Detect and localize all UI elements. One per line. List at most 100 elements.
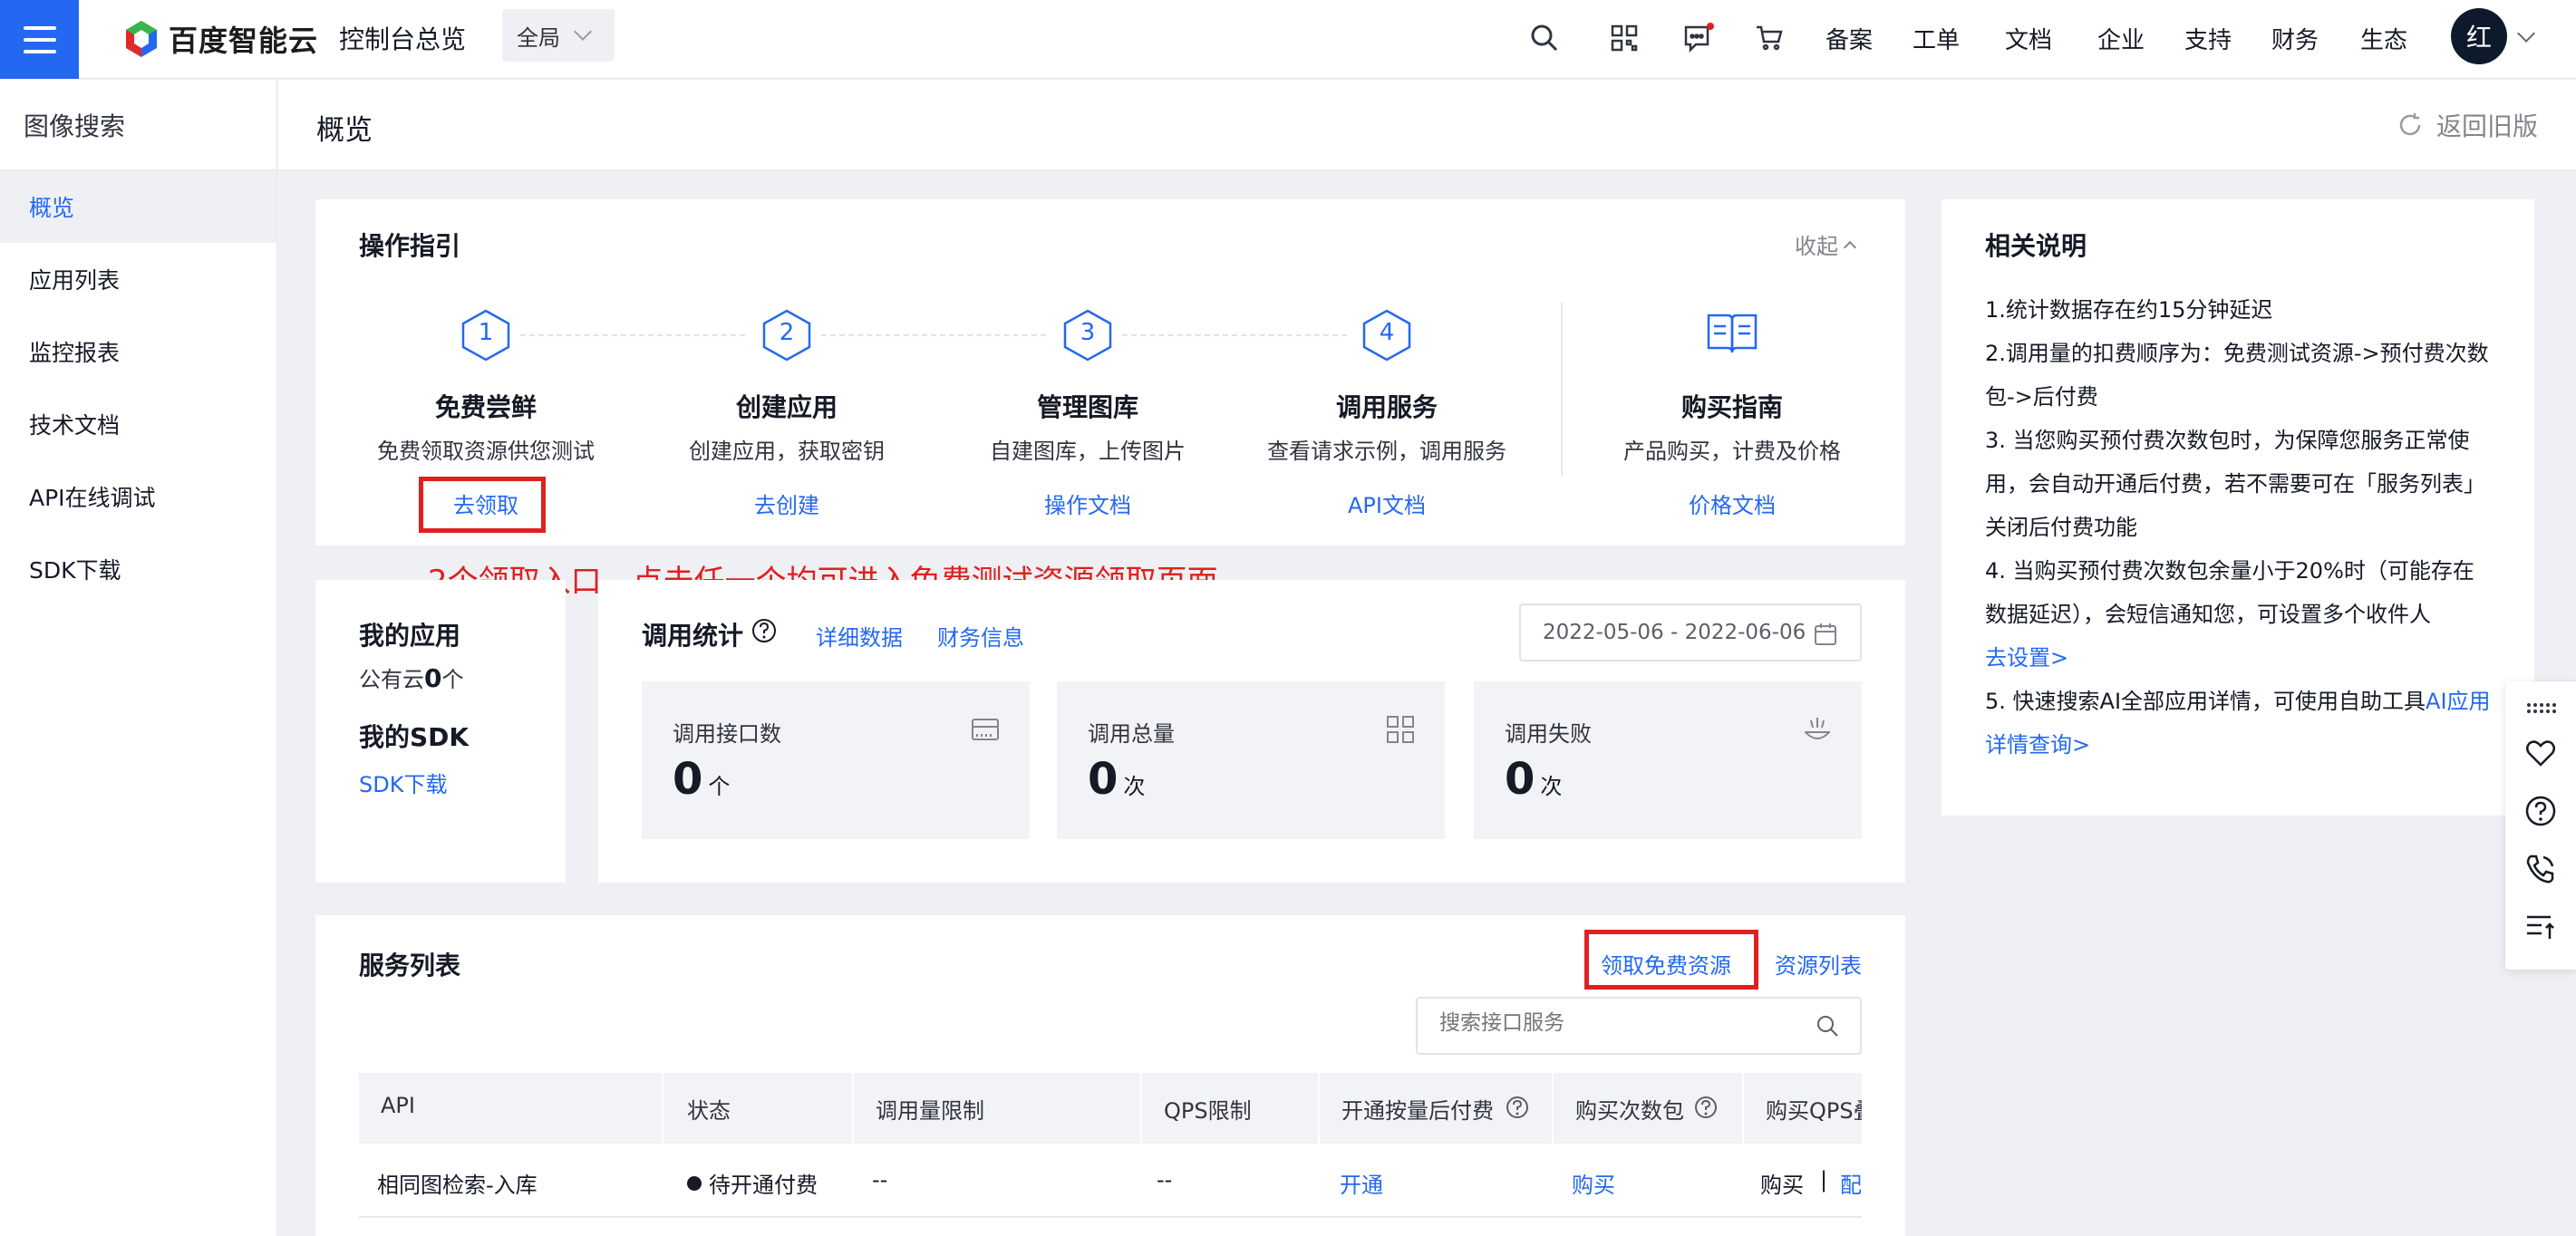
create-app-link[interactable]: 去创建 — [637, 488, 936, 519]
refresh-icon — [2399, 113, 2421, 136]
sidebar-item-sdk-download[interactable]: SDK下载 — [0, 533, 276, 605]
heart-icon[interactable] — [2523, 736, 2558, 770]
nav-ecosystem[interactable]: 生态 — [2360, 22, 2407, 55]
book-icon — [1707, 314, 1758, 353]
server-icon — [972, 719, 999, 740]
stat-unit: 个 — [708, 774, 731, 799]
step-number: 2 — [779, 319, 795, 346]
user-avatar[interactable]: 红 — [2451, 8, 2507, 64]
help-icon[interactable] — [751, 617, 778, 644]
sidebar-item-tech-docs[interactable]: 技术文档 — [0, 388, 276, 460]
go-settings-link[interactable]: 去设置> — [1985, 645, 2068, 671]
column-header: 购买次数包 — [1575, 1098, 1684, 1124]
note-line: 4. 当购买预付费次数包余量小于20%时（可能存在 — [1985, 558, 2474, 584]
column-divider — [662, 1073, 663, 1144]
help-icon[interactable] — [1693, 1095, 1719, 1120]
console-overview-link[interactable]: 控制台总览 — [339, 20, 466, 56]
buy-qps-link[interactable]: 购买 — [1760, 1167, 1804, 1199]
service-search-box[interactable] — [1416, 997, 1862, 1055]
row-status-text: 待开通付费 — [709, 1173, 818, 1198]
nav-ticket[interactable]: 工单 — [1913, 22, 1960, 55]
stat-number: 0 — [673, 754, 703, 805]
enable-postpaid-link[interactable]: 开通 — [1340, 1167, 1383, 1199]
note-line: 详情查询> — [1985, 723, 2511, 767]
chevron-down-icon — [574, 23, 592, 41]
operation-docs-link[interactable]: 操作文档 — [938, 488, 1237, 519]
message-icon[interactable] — [1680, 20, 1717, 56]
buy-guide-title: 购买指南 — [1680, 392, 1783, 422]
cart-icon[interactable] — [1751, 20, 1787, 56]
collapse-label: 收起 — [1795, 234, 1838, 259]
buy-pack-link[interactable]: 购买 — [1572, 1167, 1615, 1199]
note-line: 数据延迟），会短信通知您，可设置多个收件人 — [1985, 602, 2431, 627]
phone-icon[interactable] — [2523, 852, 2558, 886]
step-name: 管理图库 — [1036, 392, 1138, 422]
row-qps-limit: -- — [1157, 1167, 1173, 1193]
notes-list: 1.统计数据存在约15分钟延迟 2.调用量的扣费顺序为：免费测试资源->预付费次… — [1985, 288, 2511, 767]
help-icon[interactable] — [1505, 1095, 1530, 1120]
back-old-version-button[interactable]: 返回旧版 — [2397, 107, 2538, 143]
column-header: QPS限制 — [1164, 1098, 1252, 1124]
config-link[interactable]: 配 — [1840, 1167, 1862, 1199]
nav-support[interactable]: 支持 — [2184, 22, 2232, 55]
detail-data-link[interactable]: 详细数据 — [816, 620, 903, 652]
grid-icon — [1387, 716, 1414, 743]
stat-value: 0次 — [1088, 754, 1145, 805]
service-search-input[interactable] — [1439, 1011, 1802, 1035]
stat-box-total: 调用总量 0次 — [1057, 681, 1445, 839]
nav-beian[interactable]: 备案 — [1825, 22, 1873, 55]
price-docs-link[interactable]: 价格文档 — [1583, 488, 1882, 519]
note-line: 去设置> — [1985, 636, 2511, 680]
finance-info-link[interactable]: 财务信息 — [937, 620, 1024, 652]
search-icon[interactable] — [1526, 20, 1563, 56]
note-line: 2.调用量的扣费顺序为：免费测试资源->预付费次数 — [1985, 341, 2489, 366]
sidebar-item-monitor[interactable]: 监控报表 — [0, 315, 276, 388]
stat-label: 调用总量 — [1088, 721, 1175, 747]
brand-logo[interactable]: 百度智能云 — [123, 16, 318, 62]
nav-finance[interactable]: 财务 — [2271, 22, 2319, 55]
sidebar-item-api-debug[interactable]: API在线调试 — [0, 460, 276, 533]
list-top-icon[interactable] — [2523, 910, 2558, 944]
note-line: 包->后付费 — [1985, 384, 2098, 410]
date-range-value: 2022-05-06 - 2022-06-06 — [1543, 621, 1806, 644]
divider — [1561, 303, 1563, 477]
page-header: 概览 返回旧版 — [278, 80, 2576, 170]
guide-title: 操作指引 — [359, 231, 461, 261]
note-line: 3. 当您购买预付费次数包时，为保障您服务正常使 — [1985, 428, 2470, 453]
step-name: 创建应用 — [735, 392, 838, 422]
ai-app-query-link[interactable]: AI应用 — [2426, 689, 2491, 714]
notes-title: 相关说明 — [1985, 231, 2087, 261]
column-header: 开通按量后付费 — [1341, 1098, 1494, 1124]
nav-docs[interactable]: 文档 — [2005, 22, 2052, 55]
column-divider — [1140, 1073, 1142, 1144]
help-icon[interactable] — [2523, 794, 2558, 828]
drag-handle-icon[interactable] — [2523, 690, 2558, 725]
search-icon[interactable] — [1815, 1013, 1840, 1038]
public-cloud-count: 公有云0个 — [359, 661, 463, 693]
api-docs-link[interactable]: API文档 — [1237, 488, 1536, 519]
region-value: 全局 — [517, 24, 560, 51]
column-header: 调用量限制 — [876, 1098, 984, 1124]
resource-list-link[interactable]: 资源列表 — [1775, 948, 1862, 980]
step-desc: 查看请求示例，调用服务 — [1267, 439, 1506, 464]
service-table-header: API 状态 调用量限制 QPS限制 开通按量后付费 购买次数包 购买QPS叠 — [359, 1073, 1862, 1144]
nav-enterprise[interactable]: 企业 — [2097, 22, 2145, 55]
chevron-down-icon[interactable] — [2517, 24, 2535, 43]
column-divider — [1318, 1073, 1320, 1144]
qrcode-icon[interactable] — [1606, 20, 1642, 56]
row-divider — [359, 1216, 1862, 1218]
collapse-button[interactable]: 收起 — [1795, 228, 1857, 260]
sidebar-item-app-list[interactable]: 应用列表 — [0, 243, 276, 315]
sidebar-item-overview[interactable]: 概览 — [0, 170, 276, 243]
sdk-download-link[interactable]: SDK下载 — [359, 767, 447, 798]
ai-app-query-link[interactable]: 详情查询> — [1985, 732, 2090, 758]
stat-box-failed: 调用失败 0次 — [1474, 681, 1862, 839]
step-number: 4 — [1379, 319, 1395, 346]
hamburger-menu-icon[interactable] — [0, 0, 79, 79]
stat-value: 0次 — [1505, 754, 1562, 805]
step-number: 3 — [1080, 319, 1096, 346]
public-cloud-unit: 个 — [441, 667, 464, 692]
region-select[interactable]: 全局 — [502, 9, 615, 62]
date-range-picker[interactable]: 2022-05-06 - 2022-06-06 — [1519, 604, 1862, 661]
step-desc: 免费领取资源供您测试 — [377, 439, 595, 464]
